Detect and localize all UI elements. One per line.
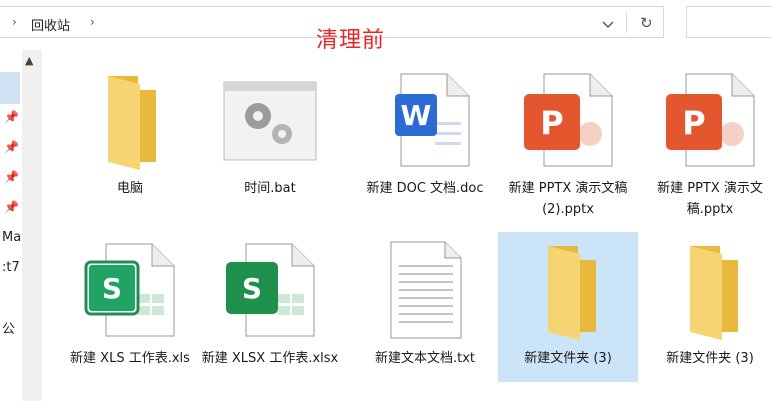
excel-xls-icon: S: [84, 243, 175, 337]
nav-item-highlight[interactable]: [0, 72, 20, 104]
nav-item-label[interactable]: 公: [2, 318, 15, 337]
file-name: 新建 DOC 文档.doc: [366, 181, 484, 196]
file-name: 新建 PPTX 演示文稿 (2).pptx: [508, 181, 628, 217]
pin-icon: 📌: [4, 140, 19, 154]
svg-text:S: S: [242, 272, 262, 305]
breadcrumb-chevron-icon[interactable]: ›: [90, 15, 95, 29]
nav-scrollbar[interactable]: [22, 50, 42, 401]
file-item[interactable]: 时间.bat: [200, 68, 340, 218]
word-doc-icon: W: [395, 73, 470, 167]
file-item-selected[interactable]: 新建文件夹 (3): [498, 232, 638, 382]
svg-text:P: P: [682, 104, 705, 142]
file-name: 新建 XLS 工作表.xls: [70, 351, 190, 366]
file-item[interactable]: 新建文件夹 (3): [640, 238, 772, 388]
file-name: 新建 XLSX 工作表.xlsx: [201, 351, 339, 366]
text-file-icon: [390, 241, 462, 339]
divider: [626, 13, 627, 33]
folder-icon: [108, 76, 156, 170]
file-name: 电脑: [116, 181, 143, 196]
excel-xlsx-icon: S: [226, 243, 315, 337]
chevron-down-icon[interactable]: [600, 16, 616, 30]
file-item[interactable]: 新建文本文档.txt: [355, 238, 495, 388]
file-item[interactable]: W 新建 DOC 文档.doc: [355, 68, 495, 218]
file-name: 时间.bat: [244, 181, 296, 196]
pin-icon: 📌: [4, 110, 19, 124]
file-name: 新建 PPTX 演示文稿.pptx: [657, 181, 763, 217]
scroll-up-icon[interactable]: ▲: [25, 54, 33, 67]
annotation-label: 清理前: [316, 28, 386, 53]
svg-text:P: P: [540, 104, 563, 142]
file-name: 新建文件夹 (3): [524, 351, 612, 366]
file-item[interactable]: S 新建 XLS 工作表.xls: [60, 238, 200, 388]
file-item[interactable]: P 新建 PPTX 演示文稿.pptx: [640, 68, 772, 218]
pin-icon: 📌: [4, 200, 19, 214]
nav-item-label[interactable]: Ma: [2, 230, 21, 245]
address-bar-row: › 回收站 › ↻: [0, 0, 772, 44]
file-item[interactable]: S 新建 XLSX 工作表.xlsx: [200, 238, 340, 388]
folder-icon: [548, 246, 596, 340]
search-input[interactable]: [686, 6, 772, 38]
file-item[interactable]: P 新建 PPTX 演示文稿 (2).pptx: [498, 68, 638, 218]
powerpoint-icon: P: [524, 73, 613, 167]
folder-icon: [690, 246, 738, 340]
file-name: 新建文件夹 (3): [666, 351, 754, 366]
batch-file-icon: [223, 81, 317, 161]
pin-icon: 📌: [4, 170, 19, 184]
navigation-pane: ▲ 📌 📌 📌 📌 Ma :t7 公: [0, 50, 46, 401]
svg-text:S: S: [102, 272, 122, 305]
nav-item-label[interactable]: :t7: [2, 260, 20, 275]
chevron-right-icon[interactable]: ›: [12, 15, 17, 29]
svg-text:W: W: [401, 99, 432, 132]
file-name: 新建文本文档.txt: [374, 351, 476, 366]
file-item[interactable]: 电脑: [60, 68, 200, 218]
breadcrumb-recycle-bin[interactable]: 回收站: [31, 15, 70, 34]
refresh-icon[interactable]: ↻: [640, 14, 653, 32]
powerpoint-icon: P: [666, 73, 755, 167]
